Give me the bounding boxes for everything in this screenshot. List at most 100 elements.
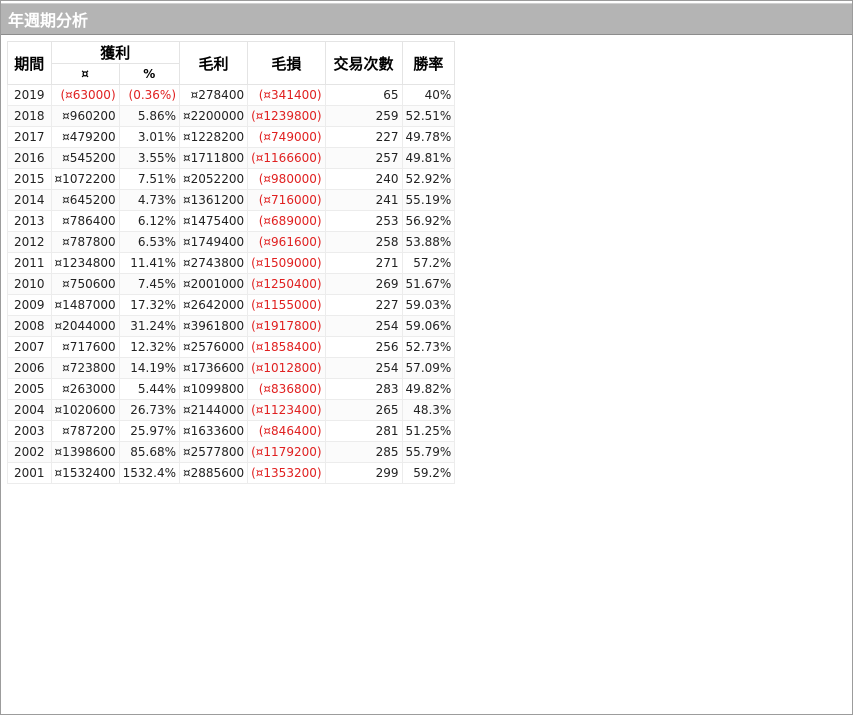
cell-year: 2013 bbox=[7, 210, 52, 232]
cell-trades: 265 bbox=[324, 399, 403, 421]
cell-gross-loss: (¤749000) bbox=[247, 126, 326, 148]
cell-profit: ¤1487000 bbox=[50, 294, 120, 316]
table-row[interactable]: 2003 ¤787200 25.97% ¤1633600 (¤846400) 281 51.… bbox=[7, 420, 456, 442]
cell-gross-profit: ¤1475400 bbox=[179, 210, 249, 232]
table-row[interactable]: 2002 ¤1398600 85.68% ¤2577800 (¤1179200) 285 5… bbox=[7, 441, 456, 463]
cell-year: 2014 bbox=[7, 189, 52, 211]
header-gross-loss[interactable]: 毛損 bbox=[247, 41, 326, 85]
cell-profit-percent: 7.45% bbox=[118, 273, 181, 295]
cell-gross-profit: ¤2577800 bbox=[179, 441, 249, 463]
cell-profit-percent: 3.01% bbox=[118, 126, 181, 148]
cell-trades: 253 bbox=[324, 210, 403, 232]
cell-year: 2001 bbox=[7, 462, 52, 484]
cell-profit: ¤717600 bbox=[50, 336, 120, 358]
window-title: 年週期分析 bbox=[8, 11, 89, 30]
cell-profit-percent: 3.55% bbox=[118, 147, 181, 169]
cell-gross-profit: ¤2885600 bbox=[179, 462, 249, 484]
cell-profit: ¤1398600 bbox=[50, 441, 120, 463]
header-profit-currency[interactable]: ¤ bbox=[50, 63, 120, 85]
cell-trades: 283 bbox=[324, 378, 403, 400]
cell-year: 2003 bbox=[7, 420, 52, 442]
header-profit[interactable]: 獲利 bbox=[50, 41, 181, 64]
analysis-window: 年週期分析 期間 獲利 毛利 毛損 交易次數 勝率 ¤ % 2019 (¤6300… bbox=[0, 0, 853, 715]
cell-gross-profit: ¤1633600 bbox=[179, 420, 249, 442]
cell-gross-loss: (¤836800) bbox=[247, 378, 326, 400]
header-gross-profit[interactable]: 毛利 bbox=[179, 41, 249, 85]
table-row[interactable]: 2008 ¤2044000 31.24% ¤3961800 (¤1917800) 254 5… bbox=[7, 315, 456, 337]
table-row[interactable]: 2010 ¤750600 7.45% ¤2001000 (¤1250400) 269 51.… bbox=[7, 273, 456, 295]
cell-profit: ¤479200 bbox=[50, 126, 120, 148]
table-row[interactable]: 2015 ¤1072200 7.51% ¤2052200 (¤980000) 240 52.… bbox=[7, 168, 456, 190]
table-row[interactable]: 2016 ¤545200 3.55% ¤1711800 (¤1166600) 257 49.… bbox=[7, 147, 456, 169]
cell-gross-loss: (¤1250400) bbox=[247, 273, 326, 295]
cell-trades: 269 bbox=[324, 273, 403, 295]
cell-win-rate: 52.73% bbox=[401, 336, 456, 358]
cell-win-rate: 59.03% bbox=[401, 294, 456, 316]
cell-gross-profit: ¤2642000 bbox=[179, 294, 249, 316]
cell-profit-percent: 11.41% bbox=[118, 252, 181, 274]
cell-gross-loss: (¤846400) bbox=[247, 420, 326, 442]
table-row[interactable]: 2019 (¤63000) (0.36%) ¤278400 (¤341400) 65 40% bbox=[7, 84, 456, 106]
cell-trades: 227 bbox=[324, 294, 403, 316]
cell-gross-profit: ¤2052200 bbox=[179, 168, 249, 190]
annual-period-table: 期間 獲利 毛利 毛損 交易次數 勝率 ¤ % 2019 (¤63000) (0.3… bbox=[7, 41, 456, 484]
cell-year: 2008 bbox=[7, 315, 52, 337]
cell-trades: 258 bbox=[324, 231, 403, 253]
cell-profit: ¤1532400 bbox=[50, 462, 120, 484]
cell-profit: ¤787200 bbox=[50, 420, 120, 442]
header-win-rate[interactable]: 勝率 bbox=[401, 41, 456, 85]
cell-trades: 254 bbox=[324, 357, 403, 379]
cell-trades: 241 bbox=[324, 189, 403, 211]
cell-win-rate: 49.81% bbox=[401, 147, 456, 169]
header-period[interactable]: 期間 bbox=[7, 41, 52, 85]
cell-trades: 240 bbox=[324, 168, 403, 190]
cell-profit: ¤723800 bbox=[50, 357, 120, 379]
cell-year: 2004 bbox=[7, 399, 52, 421]
cell-profit: ¤787800 bbox=[50, 231, 120, 253]
cell-profit-percent: 5.44% bbox=[118, 378, 181, 400]
cell-year: 2015 bbox=[7, 168, 52, 190]
cell-gross-profit: ¤2144000 bbox=[179, 399, 249, 421]
cell-win-rate: 53.88% bbox=[401, 231, 456, 253]
header-trades[interactable]: 交易次數 bbox=[324, 41, 403, 85]
table-row[interactable]: 2001 ¤1532400 1532.4% ¤2885600 (¤1353200) 299… bbox=[7, 462, 456, 484]
cell-trades: 65 bbox=[324, 84, 403, 106]
cell-profit-percent: 25.97% bbox=[118, 420, 181, 442]
cell-profit: ¤645200 bbox=[50, 189, 120, 211]
cell-trades: 259 bbox=[324, 105, 403, 127]
cell-win-rate: 57.09% bbox=[401, 357, 456, 379]
cell-year: 2017 bbox=[7, 126, 52, 148]
cell-trades: 257 bbox=[324, 147, 403, 169]
cell-profit: ¤545200 bbox=[50, 147, 120, 169]
table-row[interactable]: 2005 ¤263000 5.44% ¤1099800 (¤836800) 283 49.8… bbox=[7, 378, 456, 400]
cell-gross-loss: (¤1155000) bbox=[247, 294, 326, 316]
cell-win-rate: 52.92% bbox=[401, 168, 456, 190]
cell-year: 2012 bbox=[7, 231, 52, 253]
cell-gross-loss: (¤1353200) bbox=[247, 462, 326, 484]
table-row[interactable]: 2017 ¤479200 3.01% ¤1228200 (¤749000) 227 49.7… bbox=[7, 126, 456, 148]
table-row[interactable]: 2018 ¤960200 5.86% ¤2200000 (¤1239800) 259 52.… bbox=[7, 105, 456, 127]
table-row[interactable]: 2011 ¤1234800 11.41% ¤2743800 (¤1509000) 271 5… bbox=[7, 252, 456, 274]
cell-gross-profit: ¤2200000 bbox=[179, 105, 249, 127]
cell-profit-percent: 14.19% bbox=[118, 357, 181, 379]
cell-year: 2018 bbox=[7, 105, 52, 127]
table-row[interactable]: 2007 ¤717600 12.32% ¤2576000 (¤1858400) 256 52… bbox=[7, 336, 456, 358]
cell-gross-profit: ¤1099800 bbox=[179, 378, 249, 400]
cell-gross-loss: (¤1239800) bbox=[247, 105, 326, 127]
table-row[interactable]: 2013 ¤786400 6.12% ¤1475400 (¤689000) 253 56.9… bbox=[7, 210, 456, 232]
cell-year: 2011 bbox=[7, 252, 52, 274]
header-profit-percent[interactable]: % bbox=[118, 63, 181, 85]
cell-gross-profit: ¤3961800 bbox=[179, 315, 249, 337]
cell-profit: ¤2044000 bbox=[50, 315, 120, 337]
cell-win-rate: 56.92% bbox=[401, 210, 456, 232]
table-row[interactable]: 2012 ¤787800 6.53% ¤1749400 (¤961600) 258 53.8… bbox=[7, 231, 456, 253]
cell-gross-profit: ¤1361200 bbox=[179, 189, 249, 211]
cell-gross-profit: ¤1736600 bbox=[179, 357, 249, 379]
table-row[interactable]: 2006 ¤723800 14.19% ¤1736600 (¤1012800) 254 57… bbox=[7, 357, 456, 379]
cell-profit: (¤63000) bbox=[50, 84, 120, 106]
table-row[interactable]: 2009 ¤1487000 17.32% ¤2642000 (¤1155000) 227 5… bbox=[7, 294, 456, 316]
table-row[interactable]: 2014 ¤645200 4.73% ¤1361200 (¤716000) 241 55.1… bbox=[7, 189, 456, 211]
cell-win-rate: 59.06% bbox=[401, 315, 456, 337]
cell-profit: ¤786400 bbox=[50, 210, 120, 232]
table-row[interactable]: 2004 ¤1020600 26.73% ¤2144000 (¤1123400) 265 4… bbox=[7, 399, 456, 421]
